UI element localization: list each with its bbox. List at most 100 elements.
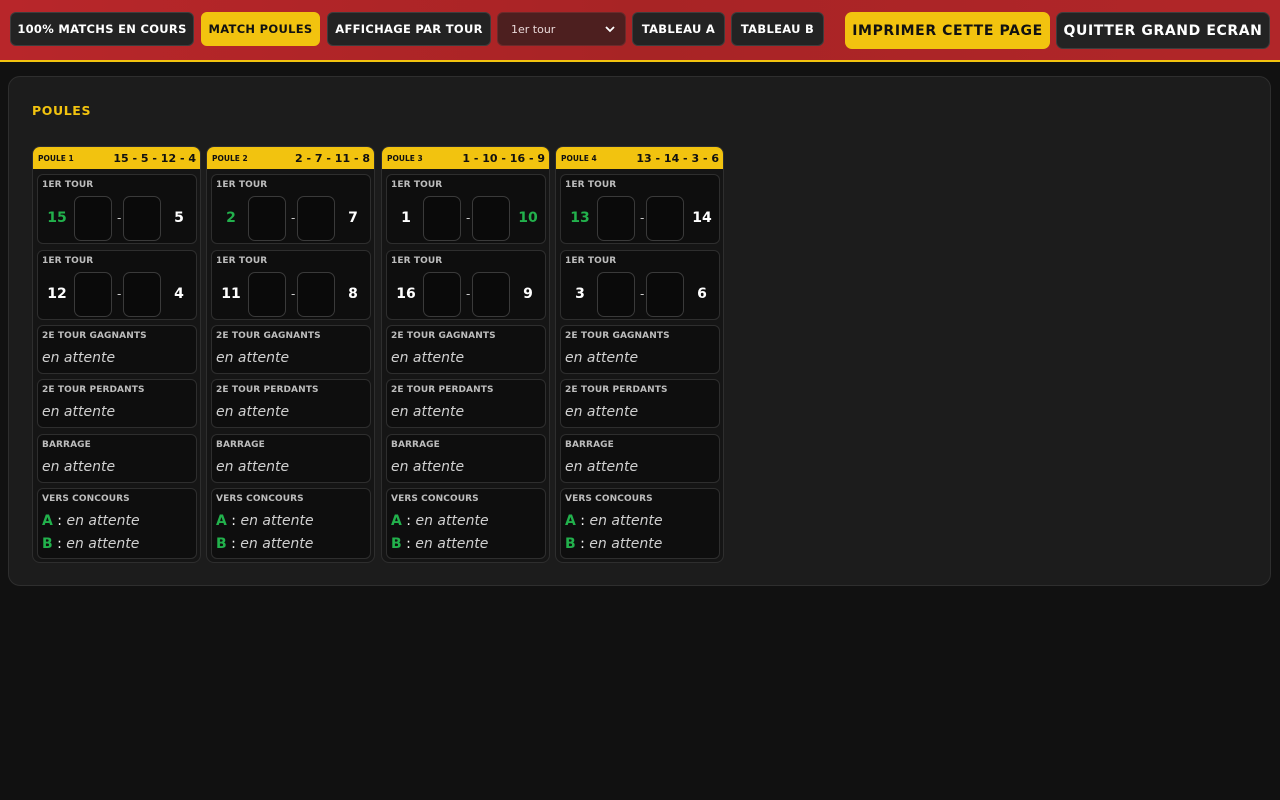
tour2-perdants-card: 2E TOUR PERDANTS en attente (386, 379, 546, 428)
concours-a-line: A : en attente (216, 513, 314, 529)
tour2-gagnants-label: 2E TOUR GAGNANTS (391, 331, 496, 341)
tour-select[interactable]: 1er tour (497, 12, 626, 46)
vers-concours-card: VERS CONCOURS A : en attente B : en atte… (386, 488, 546, 559)
tour2-perdants-status: en attente (391, 404, 465, 420)
score-separator: - (291, 287, 296, 301)
poule-name: POULE 4 (561, 153, 597, 163)
barrage-status: en attente (216, 459, 290, 475)
tour2-perdants-card: 2E TOUR PERDANTS en attente (37, 379, 197, 428)
score-separator: - (117, 211, 122, 225)
concours-a-letter: A (391, 513, 402, 529)
score-input-right[interactable] (123, 196, 161, 241)
vers-concours-card: VERS CONCOURS A : en attente B : en atte… (211, 488, 371, 559)
team-left: 11 (221, 286, 241, 302)
affichage-par-tour-button[interactable]: AFFICHAGE PAR TOUR (327, 12, 491, 46)
match-1er-tour-b: 1ER TOUR 16 - 9 (386, 250, 546, 320)
vers-concours-card: VERS CONCOURS A : en attente B : en atte… (560, 488, 720, 559)
score-separator: - (640, 287, 645, 301)
tour2-gagnants-status: en attente (216, 350, 290, 366)
tour2-gagnants-card: 2E TOUR GAGNANTS en attente (560, 325, 720, 374)
tour2-perdants-label: 2E TOUR PERDANTS (391, 385, 494, 395)
poule-name: POULE 2 (212, 153, 248, 163)
matchs-en-cours-button[interactable]: 100% MATCHS EN COURS (10, 12, 194, 46)
poule-teams: 2 - 7 - 11 - 8 (295, 151, 370, 165)
score-input-left[interactable] (248, 272, 286, 317)
barrage-status: en attente (391, 459, 465, 475)
team-right: 14 (692, 210, 712, 226)
quitter-grand-ecran-button[interactable]: QUITTER GRAND ECRAN (1056, 12, 1270, 49)
score-input-left[interactable] (597, 272, 635, 317)
concours-b-letter: B (42, 536, 53, 552)
tour2-gagnants-label: 2E TOUR GAGNANTS (216, 331, 321, 341)
barrage-label: BARRAGE (42, 440, 91, 450)
concours-b-letter: B (565, 536, 576, 552)
score-input-left[interactable] (423, 272, 461, 317)
barrage-label: BARRAGE (216, 440, 265, 450)
score-input-left[interactable] (248, 196, 286, 241)
match-label: 1ER TOUR (391, 180, 443, 190)
concours-a-letter: A (42, 513, 53, 529)
tour2-perdants-status: en attente (565, 404, 639, 420)
concours-a-letter: A (216, 513, 227, 529)
team-left: 2 (226, 210, 236, 226)
vers-concours-label: VERS CONCOURS (42, 494, 130, 504)
tour-select-value: 1er tour (511, 22, 556, 36)
team-left: 3 (575, 286, 585, 302)
vers-concours-card: VERS CONCOURS A : en attente B : en atte… (37, 488, 197, 559)
score-input-right[interactable] (297, 272, 335, 317)
vers-concours-label: VERS CONCOURS (216, 494, 304, 504)
tour2-perdants-label: 2E TOUR PERDANTS (565, 385, 668, 395)
tour2-gagnants-status: en attente (391, 350, 465, 366)
match-label: 1ER TOUR (216, 180, 268, 190)
concours-b-line: B : en attente (391, 536, 489, 552)
poule-header: POULE 3 1 - 10 - 16 - 9 (382, 147, 549, 169)
tour2-perdants-label: 2E TOUR PERDANTS (216, 385, 319, 395)
match-poules-button[interactable]: MATCH POULES (201, 12, 320, 46)
score-input-right[interactable] (646, 196, 684, 241)
barrage-card: BARRAGE en attente (386, 434, 546, 483)
score-input-right[interactable] (472, 196, 510, 241)
score-input-left[interactable] (74, 272, 112, 317)
poule-card-1: POULE 1 15 - 5 - 12 - 4 1ER TOUR 15 - 5 … (32, 146, 201, 563)
imprimer-page-button[interactable]: IMPRIMER CETTE PAGE (845, 12, 1050, 49)
score-input-left[interactable] (423, 196, 461, 241)
match-1er-tour-b: 1ER TOUR 11 - 8 (211, 250, 371, 320)
concours-b-letter: B (216, 536, 227, 552)
score-input-left[interactable] (597, 196, 635, 241)
score-input-right[interactable] (123, 272, 161, 317)
match-label: 1ER TOUR (565, 256, 617, 266)
chevron-down-icon (605, 26, 615, 33)
team-left: 13 (570, 210, 590, 226)
score-separator: - (291, 211, 296, 225)
tableau-a-button[interactable]: TABLEAU A (632, 12, 725, 46)
tour2-perdants-status: en attente (216, 404, 290, 420)
barrage-card: BARRAGE en attente (211, 434, 371, 483)
score-input-right[interactable] (646, 272, 684, 317)
tour2-gagnants-card: 2E TOUR GAGNANTS en attente (386, 325, 546, 374)
top-toolbar: 100% MATCHS EN COURS MATCH POULES AFFICH… (0, 0, 1280, 62)
tour2-perdants-card: 2E TOUR PERDANTS en attente (560, 379, 720, 428)
score-input-left[interactable] (74, 196, 112, 241)
barrage-card: BARRAGE en attente (37, 434, 197, 483)
score-separator: - (466, 211, 471, 225)
score-input-right[interactable] (297, 196, 335, 241)
score-separator: - (117, 287, 122, 301)
poule-card-2: POULE 2 2 - 7 - 11 - 8 1ER TOUR 2 - 7 1E… (206, 146, 375, 563)
tableau-b-button[interactable]: TABLEAU B (731, 12, 824, 46)
tour2-perdants-card: 2E TOUR PERDANTS en attente (211, 379, 371, 428)
poule-card-4: POULE 4 13 - 14 - 3 - 6 1ER TOUR 13 - 14… (555, 146, 724, 563)
match-1er-tour-b: 1ER TOUR 3 - 6 (560, 250, 720, 320)
concours-a-line: A : en attente (42, 513, 140, 529)
concours-a-status: en attente (66, 513, 140, 529)
concours-b-line: B : en attente (42, 536, 140, 552)
match-1er-tour-a: 1ER TOUR 13 - 14 (560, 174, 720, 244)
poule-name: POULE 3 (387, 153, 423, 163)
tour2-gagnants-status: en attente (42, 350, 116, 366)
concours-a-line: A : en attente (391, 513, 489, 529)
tour2-gagnants-card: 2E TOUR GAGNANTS en attente (37, 325, 197, 374)
match-label: 1ER TOUR (216, 256, 268, 266)
poules-panel: POULES POULE 1 15 - 5 - 12 - 4 1ER TOUR … (8, 76, 1271, 586)
team-left: 1 (401, 210, 411, 226)
score-input-right[interactable] (472, 272, 510, 317)
team-right: 8 (348, 286, 358, 302)
